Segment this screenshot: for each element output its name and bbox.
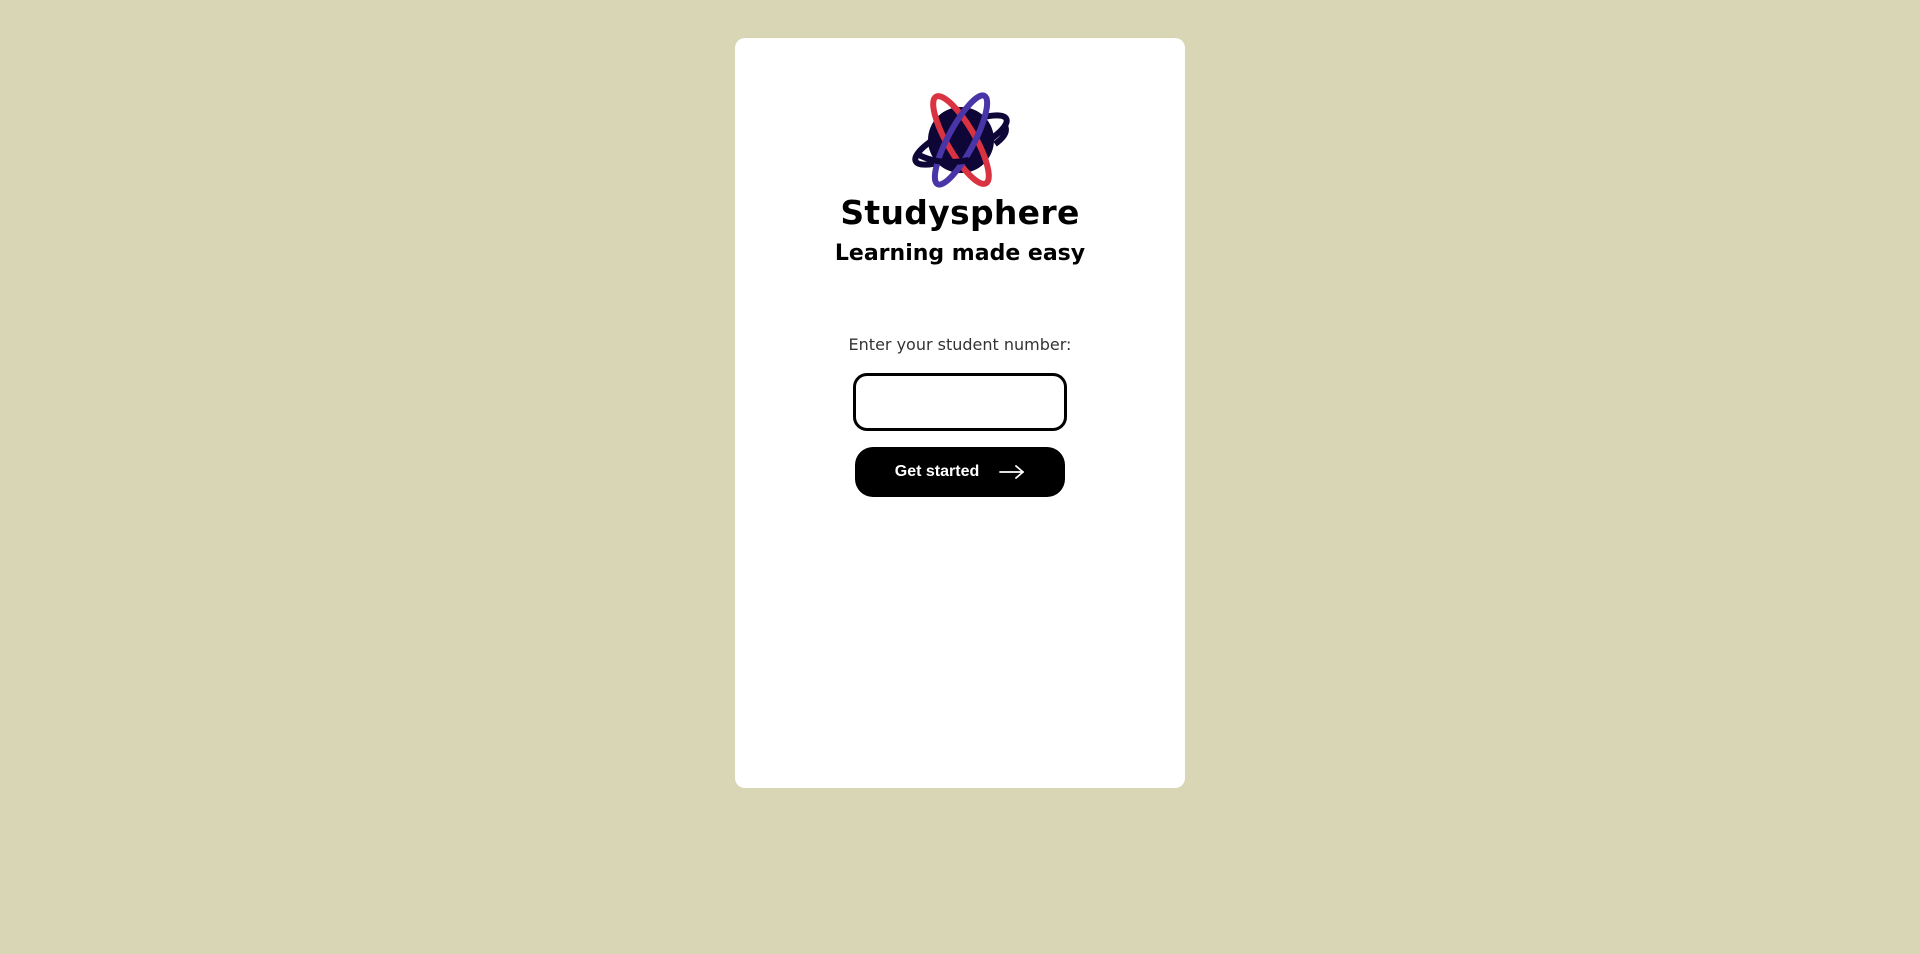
login-card: Studysphere Learning made easy Enter you… <box>735 38 1185 788</box>
student-number-label: Enter your student number: <box>848 335 1072 354</box>
arrow-right-icon <box>999 465 1025 479</box>
get-started-label: Get started <box>894 463 980 480</box>
student-number-input[interactable] <box>853 373 1067 431</box>
get-started-button[interactable]: Get started <box>855 447 1065 497</box>
planet-icon <box>909 88 1013 192</box>
app-title: Studysphere <box>840 193 1080 232</box>
app-tagline: Learning made easy <box>834 241 1086 266</box>
